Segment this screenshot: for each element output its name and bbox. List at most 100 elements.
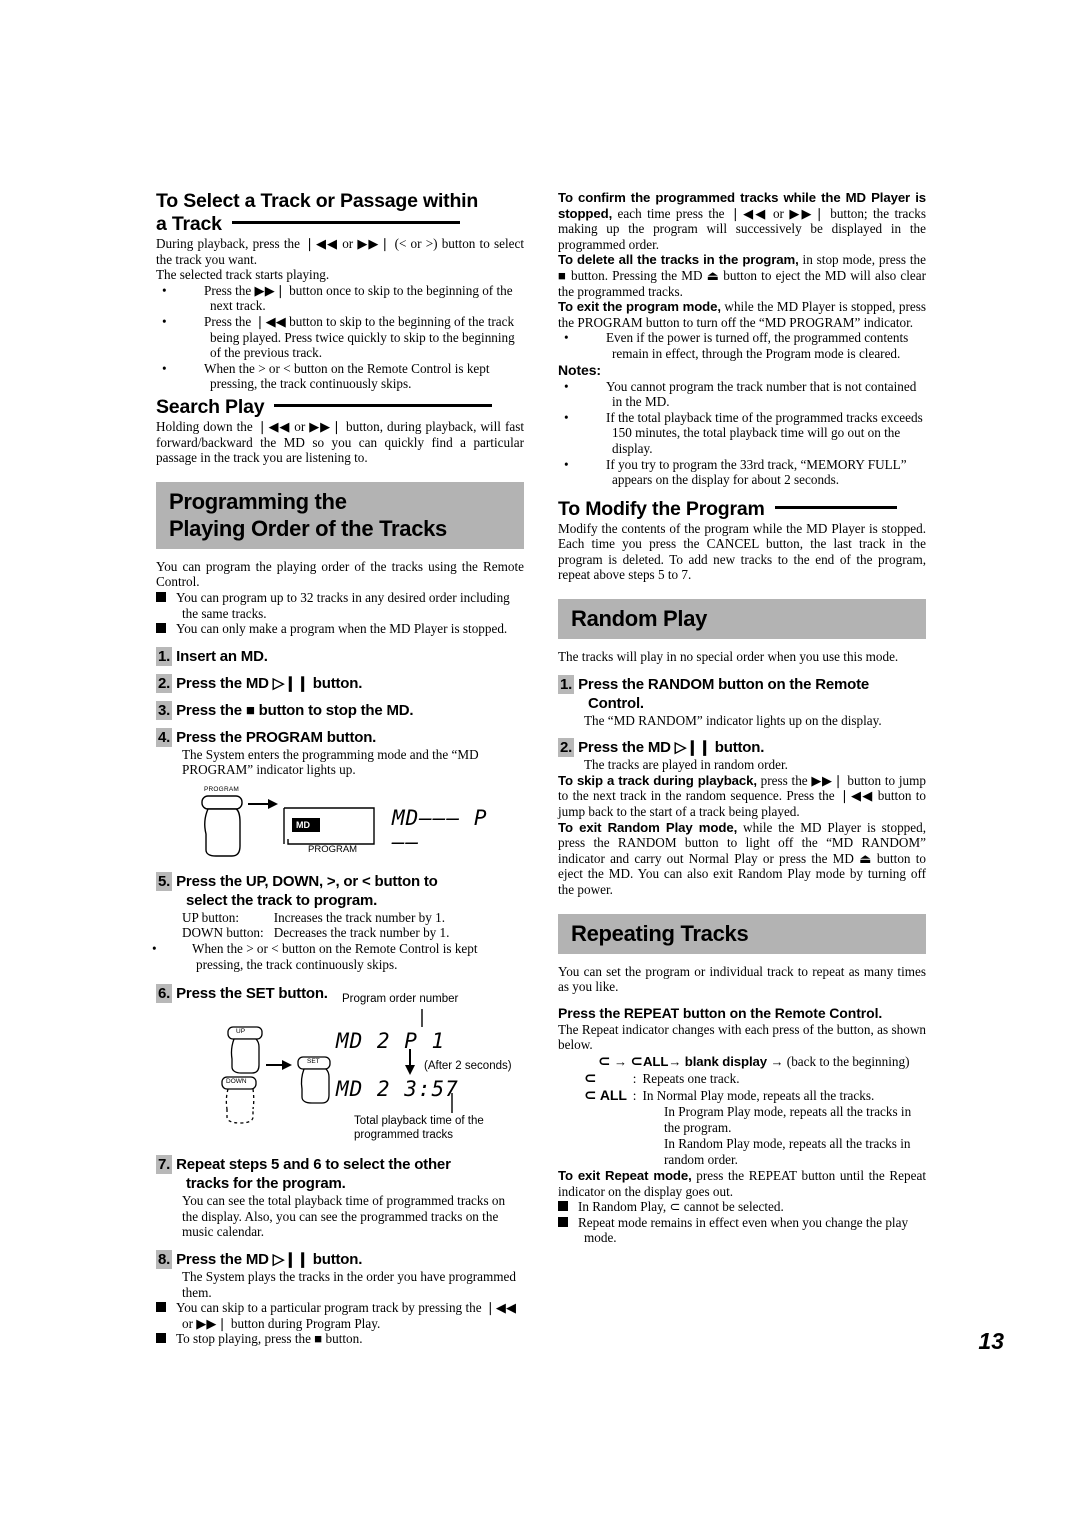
bullet-continuous-skip: • When the > or < button on the Remote Co… xyxy=(162,360,490,392)
step-number: 3. xyxy=(156,700,173,720)
paragraph-exit-random: To exit Random Play mode, while the MD P… xyxy=(558,819,926,897)
bullet-dot: • xyxy=(162,313,167,329)
figure-display-program-label: PROGRAM xyxy=(308,843,358,855)
bullet-dot: • xyxy=(162,282,167,298)
bullet-step5-continuous: • When the > or < button on the Remote Co… xyxy=(152,941,478,972)
figure-caption-total-time: Total playback time of the programmed tr… xyxy=(354,1115,484,1141)
note-random-no-repeat-one: In Random Play, ⊂ cannot be selected. xyxy=(558,1199,926,1215)
bullet-dot: • xyxy=(564,409,569,425)
flow-arrow-3: → xyxy=(770,1053,784,1069)
step-text: Press the ■ button to stop the MD. xyxy=(176,701,414,719)
figure-lcd-line1: MD 2 P 1 xyxy=(336,1029,446,1054)
step-7-line1: Repeat steps 5 and 6 to select the other xyxy=(176,1156,451,1174)
random-step-2-line1: Press the MD ▷❙❙ button. xyxy=(578,739,765,757)
repeat-one-icon: ⊂ xyxy=(598,1051,611,1070)
note-stop-playing: To stop playing, press the ■ button. xyxy=(156,1331,524,1347)
paragraph-confirm-tracks: To confirm the programmed tracks while t… xyxy=(558,190,926,252)
figure-program-button: PROGRAM MD PROGRAM MD––– P –– xyxy=(156,782,524,860)
figure-lcd-readout: MD––– P –– xyxy=(392,805,488,854)
step-text: Press the PROGRAM button. xyxy=(176,728,377,746)
step-number: 1. xyxy=(156,646,173,666)
step-text: Insert an MD. xyxy=(176,647,268,665)
step-number: 6. xyxy=(156,984,173,1004)
step-number: 5. xyxy=(156,871,173,891)
note-track-not-contained: • You cannot program the track number tha… xyxy=(564,378,917,410)
bullet-power-off: • Even if the power is turned off, the pr… xyxy=(564,330,909,361)
heading-press-repeat-button: Press the REPEAT button on the Remote Co… xyxy=(558,1004,883,1021)
repeat-one-icon: ⊂ xyxy=(584,1068,597,1087)
step-5-definitions: UP button: Increases the track number by… xyxy=(156,910,524,941)
square-bullet-icon xyxy=(558,1201,568,1212)
figure-set-button-label: SET xyxy=(307,1058,320,1066)
step-4-description: The System enters the programming mode a… xyxy=(182,746,479,778)
step-number: 8. xyxy=(156,1250,173,1270)
step-8-description: The System plays the tracks in the order… xyxy=(182,1269,516,1300)
repeat-def-one-track: ⊂ : Repeats one track. xyxy=(584,1070,874,1087)
square-bullet-icon xyxy=(156,623,166,634)
flow-arrow-1: → xyxy=(613,1053,628,1069)
paragraph-repeat-intro: You can set the program or individual tr… xyxy=(558,963,926,995)
paragraph-exit-program-mode: To exit the program mode, while the MD P… xyxy=(558,299,926,330)
bullet-skip-begin: • Press the ❘◀◀ button to skip to the beg… xyxy=(162,313,515,361)
step-4-press-program: 4. Press the PROGRAM button. xyxy=(156,727,524,747)
random-step-1-line2: Control. xyxy=(588,694,644,712)
random-step-2-description: The tracks are played in random order. xyxy=(584,757,788,773)
paragraph-delete-tracks: To delete all the tracks in the program,… xyxy=(558,252,926,299)
paragraph-repeat-indicator: The Repeat indicator changes with each p… xyxy=(558,1021,926,1053)
random-step-1-line1: Press the RANDOM button on the Remote xyxy=(578,675,870,693)
repeat-def-text: In Normal Play mode, repeats all the tra… xyxy=(642,1087,875,1103)
note-memory-full: • If you try to program the 33rd track, “… xyxy=(564,456,907,488)
repeat-def-all-tracks: ⊂ ALL : In Normal Play mode, repeats all… xyxy=(584,1087,874,1104)
step-number: 7. xyxy=(156,1155,173,1175)
step-7-description: You can see the total playback time of p… xyxy=(182,1193,506,1240)
step-5-line1: Press the UP, DOWN, >, or < button to xyxy=(176,872,438,890)
repeat-all-icon: ⊂ xyxy=(630,1051,643,1070)
paragraph-program-intro: You can program the playing order of the… xyxy=(156,558,524,590)
heading-select-track: To Select a Track or Passage within a Tr… xyxy=(156,190,524,236)
repeat-def-symbol-cell: ⊂ xyxy=(584,1070,633,1087)
square-bullet-icon xyxy=(558,1216,568,1227)
step-number: 1. xyxy=(558,674,575,694)
heading-search-play-label: Search Play xyxy=(156,395,265,418)
paragraph-select-track-1: During playback, press the ❘◀◀ or ▶▶❘ (<… xyxy=(156,236,524,267)
heading-modify-program-label: To Modify the Program xyxy=(558,497,765,520)
figure-after-2-seconds-note: (After 2 seconds) xyxy=(424,1060,512,1073)
step-3-press-stop: 3. Press the ■ button to stop the MD. xyxy=(156,700,524,720)
band-repeating-tracks: Repeating Tracks xyxy=(558,913,926,954)
figure-program-button-label: PROGRAM xyxy=(204,785,239,793)
step-text: Press the MD ▷❙❙ button. xyxy=(176,1251,363,1269)
repeat-extra-program-mode: In Program Play mode, repeats all the tr… xyxy=(664,1103,912,1135)
random-step-2-press-md-play: 2. Press the MD ▷❙❙ button. xyxy=(558,738,926,758)
step-number: 2. xyxy=(156,673,173,693)
heading-rule xyxy=(274,403,493,407)
left-column: To Select a Track or Passage within a Tr… xyxy=(152,190,524,1347)
figure-lcd-line2: MD 2 3:57 xyxy=(336,1077,459,1102)
manual-page: To Select a Track or Passage within a Tr… xyxy=(0,0,1080,1528)
step-text: Press the SET button. xyxy=(176,985,328,1003)
note-program-stopped: You can only make a program when the MD … xyxy=(156,621,524,637)
step-number: 4. xyxy=(156,727,173,747)
repeat-def-text: Repeats one track. xyxy=(642,1070,740,1086)
bullet-dot: • xyxy=(564,456,569,472)
flow-tail-text: (back to the beginning) xyxy=(786,1053,910,1069)
step-5-line2: select the track to program. xyxy=(186,891,378,909)
bullet-dot: • xyxy=(564,378,569,394)
page-number: 13 xyxy=(978,1328,1004,1354)
figure-caption-program-order: Program order number xyxy=(342,993,459,1006)
flow-arrow-2: → xyxy=(668,1053,682,1069)
heading-rule xyxy=(231,221,460,224)
repeat-extra-random-mode: In Random Play mode, repeats all the tra… xyxy=(664,1135,911,1167)
repeat-def-colon: : xyxy=(632,1070,637,1086)
square-bullet-icon xyxy=(156,1302,166,1313)
heading-search-play: Search Play xyxy=(156,396,524,419)
step-6-press-set: 6. Press the SET button. xyxy=(156,984,524,1004)
flow-all-label: ALL xyxy=(642,1053,669,1069)
bullet-skip-next: • Press the ▶▶❘ button once to skip to th… xyxy=(162,282,513,314)
bullet-dot: • xyxy=(152,941,157,957)
step-8-press-md-play: 8. Press the MD ▷❙❙ button. xyxy=(156,1250,524,1270)
paragraph-random-intro: The tracks will play in no special order… xyxy=(558,649,899,665)
paragraph-exit-repeat: To exit Repeat mode, press the REPEAT bu… xyxy=(558,1167,926,1199)
step-7-line2: tracks for the program. xyxy=(186,1175,346,1193)
step-2-press-md-play: 2. Press the MD ▷❙❙ button. xyxy=(156,673,524,693)
repeat-definitions: ⊂ : Repeats one track. ⊂ ALL : In Normal… xyxy=(584,1070,874,1104)
